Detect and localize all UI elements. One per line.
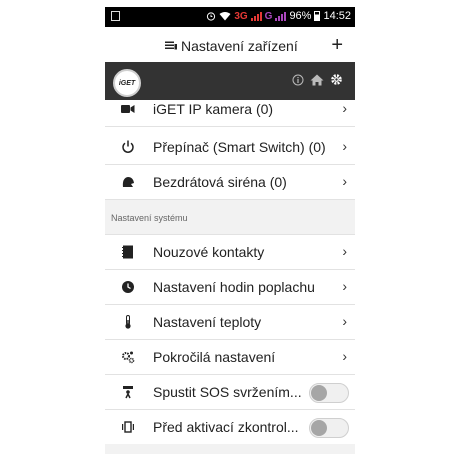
plus-icon[interactable]: + bbox=[331, 34, 343, 56]
battery-percent: 96% bbox=[289, 10, 312, 22]
list-item-label: Pokročilá nastavení bbox=[153, 349, 276, 365]
list-item-advanced-settings[interactable]: Pokročilá nastavení › bbox=[105, 340, 355, 375]
header-title-group: Nastavení zařízení bbox=[165, 38, 298, 54]
toggle-knob bbox=[311, 420, 327, 436]
list-item-label: Před aktivací zkontrol... bbox=[153, 419, 299, 435]
signal-icon-2 bbox=[275, 11, 287, 21]
home-icon[interactable] bbox=[310, 74, 324, 86]
list-item-label: Spustit SOS svržením... bbox=[153, 384, 302, 400]
chevron-right-icon: › bbox=[342, 100, 347, 116]
thermometer-icon bbox=[121, 315, 135, 329]
chevron-right-icon: › bbox=[342, 243, 347, 259]
status-time: 14:52 bbox=[323, 10, 351, 22]
list-item-label: Přepínač (Smart Switch) (0) bbox=[153, 139, 326, 155]
network-g-label: G bbox=[264, 10, 273, 22]
list-item-label: Bezdrátová siréna (0) bbox=[153, 174, 287, 190]
list-item-wireless-siren[interactable]: Bezdrátová siréna (0) › bbox=[105, 165, 355, 200]
section-header-label: Nastavení systému bbox=[111, 213, 188, 223]
list-item-sos-fall: Spustit SOS svržením... bbox=[105, 375, 355, 410]
battery-icon bbox=[314, 11, 321, 21]
status-icons: 3G G 96% 14:52 bbox=[206, 10, 351, 22]
page-title: Nastavení zařízení bbox=[181, 38, 298, 54]
chevron-right-icon: › bbox=[342, 348, 347, 364]
status-bar: 3G G 96% 14:52 bbox=[105, 7, 355, 27]
list-item-label: Nastavení hodin poplachu bbox=[153, 279, 315, 295]
list-item-pre-activation-check: Před aktivací zkontrol... bbox=[105, 410, 355, 445]
vibrate-icon bbox=[121, 420, 135, 434]
list-item-label: iGET IP kamera (0) bbox=[153, 101, 274, 117]
sos-fall-toggle[interactable] bbox=[309, 383, 349, 403]
list-item-alarm-clock-settings[interactable]: Nastavení hodin poplachu › bbox=[105, 270, 355, 305]
bottom-section-band bbox=[105, 444, 355, 454]
chevron-right-icon: › bbox=[342, 138, 347, 154]
camera-icon bbox=[121, 102, 135, 116]
clock-icon bbox=[121, 280, 135, 294]
chevron-right-icon: › bbox=[342, 173, 347, 189]
list-item-label: Nouzové kontakty bbox=[153, 244, 265, 260]
gear-icon[interactable] bbox=[330, 73, 343, 86]
section-header: Nastavení systému bbox=[105, 200, 355, 235]
contacts-book-icon bbox=[121, 245, 135, 259]
list-item-label: Nastavení teploty bbox=[153, 314, 262, 330]
chevron-right-icon: › bbox=[342, 278, 347, 294]
list-item-smart-switch[interactable]: Přepínač (Smart Switch) (0) › bbox=[105, 130, 355, 165]
pre-activation-check-toggle[interactable] bbox=[309, 418, 349, 438]
phone-screen: 3G G 96% 14:52 Nastavení zařízení + iGET… bbox=[105, 7, 355, 454]
app-bar-icons bbox=[292, 73, 343, 86]
fall-icon bbox=[121, 385, 135, 399]
power-icon bbox=[121, 140, 135, 154]
network-3g-label: 3G bbox=[234, 10, 248, 22]
app-header: Nastavení zařízení + bbox=[105, 27, 355, 67]
image-icon bbox=[111, 11, 120, 21]
list-item-temperature-settings[interactable]: Nastavení teploty › bbox=[105, 305, 355, 340]
iget-logo: iGET bbox=[113, 69, 141, 97]
wifi-icon bbox=[219, 12, 231, 21]
gears-icon bbox=[121, 350, 135, 364]
toggle-knob bbox=[311, 385, 327, 401]
siren-icon bbox=[121, 175, 135, 189]
chevron-right-icon: › bbox=[342, 313, 347, 329]
list-item-emergency-contacts[interactable]: Nouzové kontakty › bbox=[105, 235, 355, 270]
signal-icon bbox=[250, 11, 262, 21]
device-list-icon bbox=[165, 41, 177, 50]
info-icon[interactable] bbox=[292, 74, 304, 86]
app-bar bbox=[105, 62, 355, 100]
alarm-icon bbox=[207, 12, 216, 21]
